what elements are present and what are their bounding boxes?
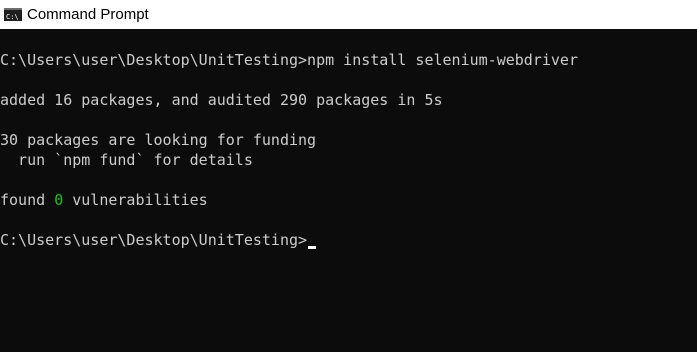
output-funding-notice: 30 packages are looking for funding xyxy=(0,131,317,149)
window-title: Command Prompt xyxy=(27,6,149,23)
output-fund-hint: run `npm fund` for details xyxy=(0,151,253,169)
vulnerabilities-prefix: found xyxy=(0,191,55,209)
output-added-packages: added 16 packages, and audited 290 packa… xyxy=(0,91,443,109)
prompt-path: C:\Users\user\Desktop\UnitTesting> xyxy=(0,231,308,249)
command-prompt-window: C:\ Command Prompt C:\Users\user\Desktop… xyxy=(0,0,697,352)
cmd-icon: C:\ xyxy=(4,8,22,21)
vulnerabilities-count: 0 xyxy=(54,191,64,209)
command-line-npm-install: C:\Users\user\Desktop\UnitTesting>npm in… xyxy=(0,51,578,69)
console-output[interactable]: C:\Users\user\Desktop\UnitTesting>npm in… xyxy=(0,29,697,352)
output-vulnerabilities: found 0 vulnerabilities xyxy=(0,190,208,210)
vulnerabilities-suffix: vulnerabilities xyxy=(63,191,208,209)
title-bar[interactable]: C:\ Command Prompt xyxy=(0,0,697,29)
text-cursor xyxy=(308,246,317,249)
command-prompt-line[interactable]: C:\Users\user\Desktop\UnitTesting> xyxy=(0,230,317,250)
svg-text:C:\: C:\ xyxy=(6,13,19,21)
